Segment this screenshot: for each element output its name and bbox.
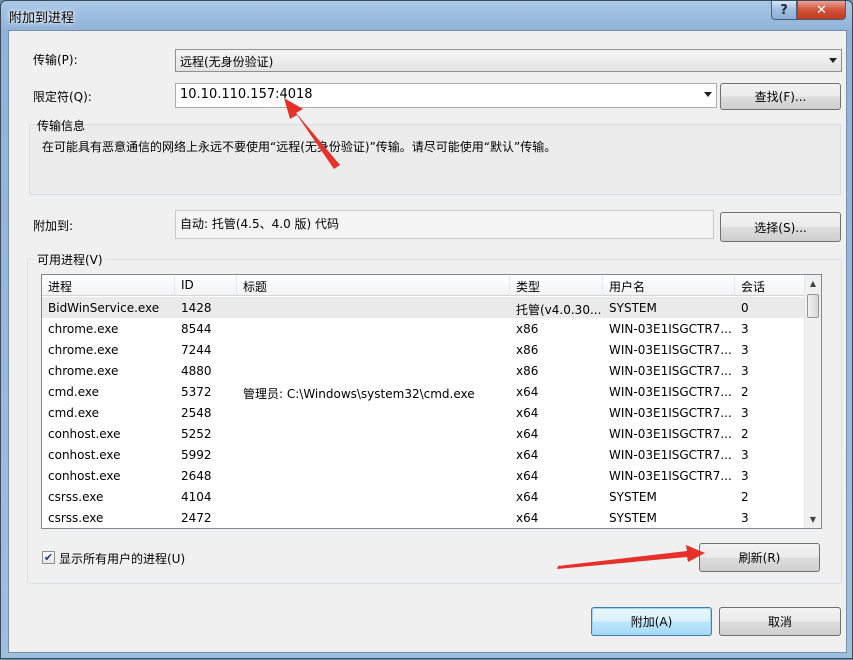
qualifier-annotation-arrow [284,98,340,169]
refresh-annotation-arrow [557,545,705,569]
attach-to-process-dialog: 附加到进程 ? ✕ 传输(P): 远程(无身份验证) 限定符(Q): 10.10… [0,0,853,659]
annotation-arrows [284,98,705,569]
